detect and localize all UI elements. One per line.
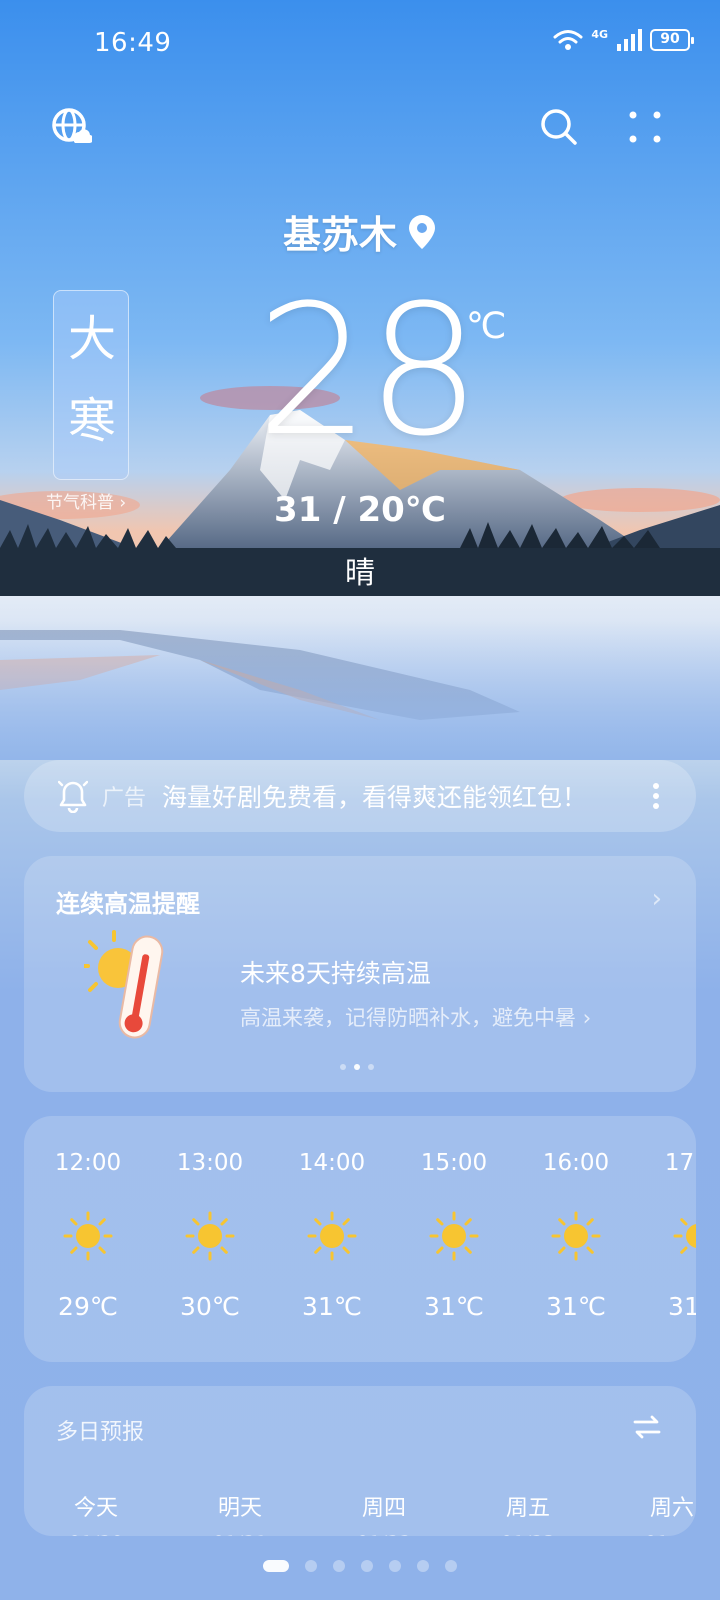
sun-icon [62, 1210, 114, 1266]
page-dot[interactable] [263, 1560, 289, 1572]
sun-icon [672, 1210, 696, 1266]
search-icon[interactable] [536, 104, 582, 150]
daily-date: 01/24 [612, 1532, 696, 1536]
sun-icon [184, 1210, 236, 1266]
hourly-temp: 31℃ [424, 1292, 484, 1321]
ad-more-icon[interactable] [652, 782, 660, 810]
hourly-time: 17:00 [664, 1150, 696, 1176]
hourly-time: 14:00 [298, 1150, 366, 1176]
hourly-temp: 31℃ [668, 1292, 696, 1321]
page-dot[interactable] [445, 1560, 457, 1572]
ad-text: 海量好剧免费看，看得爽还能领红包！ [162, 783, 588, 812]
page-indicator [0, 1560, 720, 1572]
battery-icon: 90 [650, 29, 694, 51]
ad-banner[interactable]: 广告 海量好剧免费看，看得爽还能领红包！ [24, 760, 696, 832]
pager-dot [354, 1064, 360, 1070]
daily-day-label: 明天 [217, 1496, 262, 1521]
daily-item[interactable]: 今天 01/20 [36, 1490, 156, 1536]
sun-icon [550, 1210, 602, 1266]
daily-date: 01/23 [468, 1532, 588, 1536]
pager-dot [368, 1064, 374, 1070]
page-dot[interactable] [389, 1560, 401, 1572]
daily-item[interactable]: 周五 01/23 [468, 1490, 588, 1536]
daily-date: 01/21 [180, 1532, 300, 1536]
page-dot[interactable] [305, 1560, 317, 1572]
daily-forecast-card[interactable]: 多日预报 今天 01/20 明天 01/21 周四 01/22 周五 01/23 周六 01/24 [24, 1386, 696, 1536]
chevron-right-icon: › [582, 1006, 592, 1030]
solar-term-card[interactable]: 大 寒 [53, 290, 129, 480]
battery-level: 90 [660, 31, 680, 47]
heat-alert-card[interactable]: 连续高温提醒 › 未来8天持续高温 高温来袭，记得防晒补水，避免中暑 › [24, 856, 696, 1092]
hourly-time: 16:00 [542, 1150, 610, 1176]
daily-day-label: 今天 [73, 1496, 118, 1521]
status-icons: 4G 90 [553, 27, 694, 52]
bell-icon [58, 780, 88, 813]
chevron-right-icon: › [651, 884, 662, 914]
daily-item[interactable]: 明天 01/21 [180, 1490, 300, 1536]
daily-item[interactable]: 周六 01/24 [612, 1490, 696, 1536]
pager-dot [340, 1064, 346, 1070]
swap-arrows-icon[interactable] [632, 1414, 662, 1440]
hourly-forecast-card[interactable]: 12:00 29℃ 13:00 30℃ 14:00 31℃ 15:00 31℃ 16:00 31℃… [24, 1116, 696, 1362]
hourly-temp: 31℃ [546, 1292, 606, 1321]
heat-alert-description: 高温来袭，记得防晒补水，避免中暑 › [240, 1002, 591, 1032]
solar-term-char-1: 大 [67, 311, 116, 367]
daily-item[interactable]: 周四 01/22 [324, 1490, 444, 1536]
globe-cloud-icon[interactable] [48, 104, 94, 150]
solar-term-char-2: 寒 [67, 393, 116, 449]
heat-alert-headline: 未来8天持续高温 [240, 959, 431, 988]
hourly-time: 13:00 [176, 1150, 244, 1176]
location-pin-icon [409, 214, 435, 249]
hourly-time: 15:00 [420, 1150, 488, 1176]
wifi-icon [553, 30, 583, 50]
page-dot[interactable] [361, 1560, 373, 1572]
page-dot[interactable] [333, 1560, 345, 1572]
heat-alert-pager [340, 1064, 374, 1070]
temperature-unit: ℃ [466, 306, 507, 347]
current-temperature: 28 [256, 267, 481, 476]
hourly-time: 12:00 [54, 1150, 122, 1176]
hourly-temp: 31℃ [302, 1292, 362, 1321]
daily-day-label: 周六 [649, 1496, 694, 1521]
network-type: 4G [591, 27, 608, 41]
temperature-range: 31 / 20℃ [274, 490, 446, 530]
daily-date: 01/20 [36, 1532, 156, 1536]
daily-day-label: 周四 [361, 1496, 406, 1521]
weather-condition: 晴 [345, 556, 375, 591]
city-selector[interactable]: 基苏木 [0, 204, 720, 259]
city-name: 基苏木 [282, 213, 397, 257]
hourly-temp: 30℃ [180, 1292, 240, 1321]
thermometer-sun-icon [84, 930, 164, 1039]
signal-icon [617, 29, 642, 51]
heat-alert-description-text: 高温来袭，记得防晒补水，避免中暑 [240, 1006, 576, 1030]
sun-icon [306, 1210, 358, 1266]
more-dots-icon[interactable] [622, 104, 668, 150]
daily-forecast-title: 多日预报 [56, 1420, 145, 1445]
daily-day-label: 周五 [505, 1496, 550, 1521]
status-time: 16:49 [94, 28, 172, 58]
sun-icon [428, 1210, 480, 1266]
page-dot[interactable] [417, 1560, 429, 1572]
daily-date: 01/22 [324, 1532, 444, 1536]
hourly-temp: 29℃ [58, 1292, 118, 1321]
ad-tag: 广告 [102, 786, 147, 811]
heat-alert-title: 连续高温提醒 [56, 890, 200, 918]
